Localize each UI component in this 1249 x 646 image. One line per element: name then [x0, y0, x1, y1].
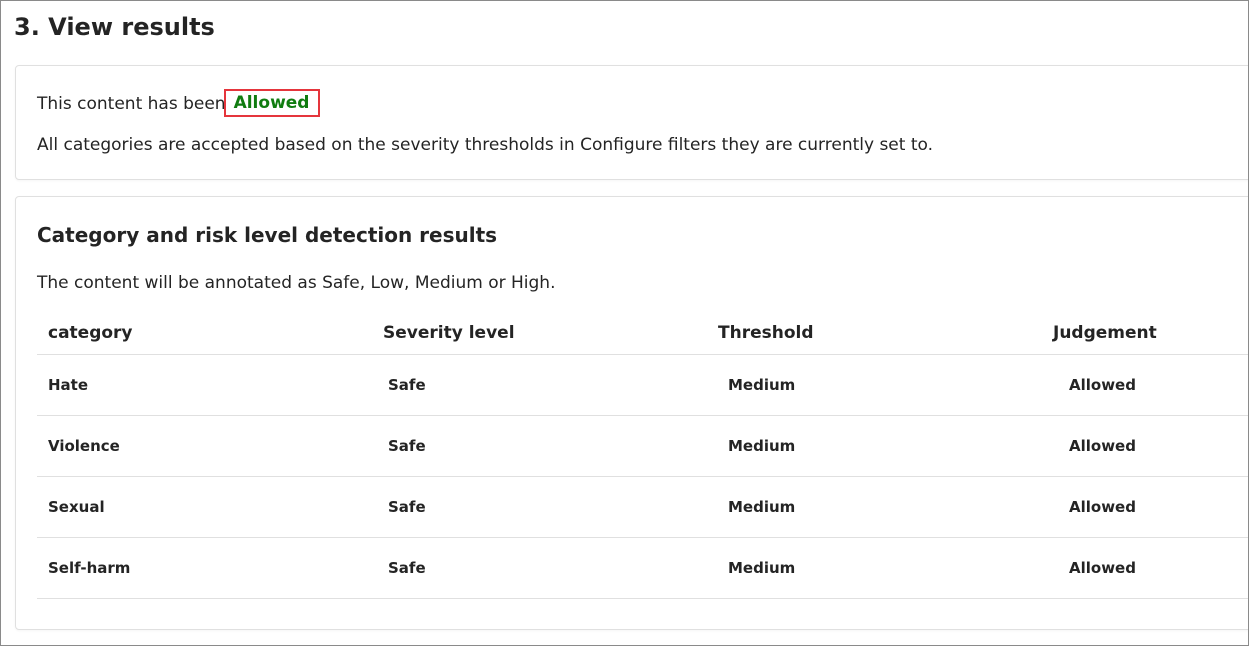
cell-threshold: Medium — [707, 476, 1042, 538]
cell-severity: Safe — [372, 537, 707, 599]
cell-severity: Safe — [372, 415, 707, 477]
results-card: Category and risk level detection result… — [15, 196, 1248, 630]
cell-threshold: Medium — [707, 415, 1042, 477]
table-row: Violence Safe Medium Allowed — [37, 415, 1248, 477]
cell-judgement: Allowed — [1042, 537, 1248, 599]
column-header-judgement[interactable]: Judgement — [1042, 312, 1248, 355]
status-description: All categories are accepted based on the… — [37, 135, 934, 155]
cell-severity: Safe — [372, 354, 707, 416]
column-header-threshold[interactable]: Threshold — [707, 312, 1042, 355]
table-row: Self-harm Safe Medium Allowed — [37, 537, 1248, 599]
cell-category: Self-harm — [37, 537, 372, 599]
status-prefix: This content has been — [37, 94, 226, 114]
column-header-severity[interactable]: Severity level — [372, 312, 707, 355]
cell-category: Hate — [37, 354, 372, 416]
page-title: 3. View results — [14, 13, 215, 41]
cell-severity: Safe — [372, 476, 707, 538]
column-header-category[interactable]: category — [37, 312, 372, 355]
cell-judgement: Allowed — [1042, 476, 1248, 538]
cell-category: Sexual — [37, 476, 372, 538]
verdict-label: Allowed — [233, 93, 310, 113]
results-title: Category and risk level detection result… — [37, 223, 498, 247]
cell-judgement: Allowed — [1042, 354, 1248, 416]
table-row: Hate Safe Medium Allowed — [37, 354, 1248, 416]
table-header-row: category Severity level Threshold Judgem… — [37, 312, 1248, 355]
results-table: category Severity level Threshold Judgem… — [37, 312, 1248, 599]
cell-judgement: Allowed — [1042, 415, 1248, 477]
status-line: This content has been Allowed — [37, 89, 321, 118]
results-description: The content will be annotated as Safe, L… — [37, 273, 556, 293]
cell-category: Violence — [37, 415, 372, 477]
table-row: Sexual Safe Medium Allowed — [37, 476, 1248, 538]
screenshot-frame: 3. View results This content has been All… — [0, 0, 1249, 646]
cell-threshold: Medium — [707, 537, 1042, 599]
verdict-highlight-box: Allowed — [223, 89, 321, 117]
cell-threshold: Medium — [707, 354, 1042, 416]
status-card: This content has been Allowed All categor… — [15, 65, 1248, 180]
